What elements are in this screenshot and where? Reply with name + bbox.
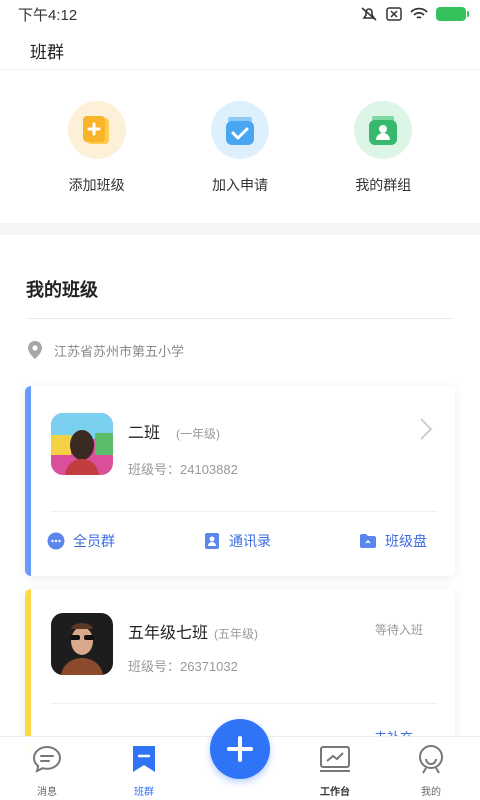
nav-messages[interactable]: 消息	[17, 743, 77, 798]
status-time: 下午4:12	[18, 6, 78, 24]
card-divider	[51, 703, 437, 704]
contacts-label: 通讯录	[229, 533, 271, 549]
battery-icon	[436, 7, 469, 21]
class-name-row: 二班 (一年级)	[128, 419, 220, 443]
my-groups-label: 我的群组	[355, 177, 412, 193]
nav-class-group[interactable]: 班群	[114, 743, 174, 798]
section-divider	[0, 223, 480, 235]
all-members-group-button[interactable]: 全员群	[47, 531, 115, 551]
status-bar: 下午4:12	[0, 0, 480, 28]
nav-class-group-label: 班群	[134, 787, 154, 798]
class-grade: (五年级)	[214, 627, 259, 641]
no-sim-icon	[386, 7, 402, 21]
quick-actions: 添加班级 加入申请 我的群组	[0, 71, 480, 223]
nav-workbench-label: 工作台	[320, 787, 350, 798]
all-members-group-label: 全员群	[73, 533, 115, 549]
class-name-row: 五年级七班 (五年级)	[128, 619, 258, 643]
card-divider	[51, 511, 437, 512]
header: 班群	[0, 28, 480, 70]
title-divider	[26, 318, 454, 319]
class-name: 五年级七班	[128, 625, 209, 642]
join-request-icon	[210, 101, 269, 159]
class-number: 班级号：26371032	[128, 659, 238, 674]
join-request-label: 加入申请	[211, 177, 268, 193]
class-grade: (一年级)	[176, 427, 221, 441]
profile-icon	[419, 745, 443, 774]
chat-bubble-icon	[47, 532, 65, 550]
my-classes-title: 我的班级	[26, 280, 98, 300]
card-actions: 全员群 通讯录 班级盘	[47, 531, 427, 551]
nav-messages-label: 消息	[37, 787, 57, 798]
nav-profile-label: 我的	[421, 787, 441, 798]
mute-icon	[361, 7, 377, 21]
page-title: 班群	[30, 43, 64, 62]
avatar	[51, 613, 113, 675]
join-request-button[interactable]: 加入申请	[170, 71, 310, 223]
nav-profile[interactable]: 我的	[401, 743, 461, 798]
card-accent	[25, 386, 31, 576]
plus-icon	[227, 736, 253, 762]
my-groups-icon	[354, 101, 413, 159]
folder-icon	[360, 534, 376, 548]
add-fab-button[interactable]	[210, 719, 270, 779]
nav-workbench[interactable]: 工作台	[305, 743, 365, 798]
class-drive-button[interactable]: 班级盘	[359, 531, 427, 551]
chevron-right-icon[interactable]	[419, 417, 433, 441]
add-class-button[interactable]: 添加班级	[27, 71, 167, 223]
class-number: 班级号：24103882	[128, 462, 238, 477]
avatar	[51, 413, 113, 475]
add-class-label: 添加班级	[68, 177, 125, 193]
my-groups-button[interactable]: 我的群组	[313, 71, 453, 223]
card-accent	[25, 589, 31, 759]
class-card[interactable]: 二班 (一年级) 班级号：24103882 全员群 通讯录 班级盘	[25, 386, 455, 576]
class-drive-label: 班级盘	[385, 533, 427, 549]
school-name: 江苏省苏州市第五小学	[54, 343, 185, 359]
message-icon	[32, 745, 62, 773]
school-row: 江苏省苏州市第五小学	[26, 340, 184, 360]
workbench-icon	[320, 746, 350, 772]
wifi-icon	[410, 7, 428, 19]
contacts-icon	[205, 533, 219, 549]
contacts-button[interactable]: 通讯录	[203, 531, 271, 551]
status-icons	[360, 6, 469, 22]
add-class-icon	[67, 101, 126, 159]
pending-status: 等待入班	[374, 623, 423, 637]
class-group-icon	[133, 746, 155, 772]
location-pin-icon	[28, 341, 42, 359]
class-name: 二班	[128, 425, 161, 442]
